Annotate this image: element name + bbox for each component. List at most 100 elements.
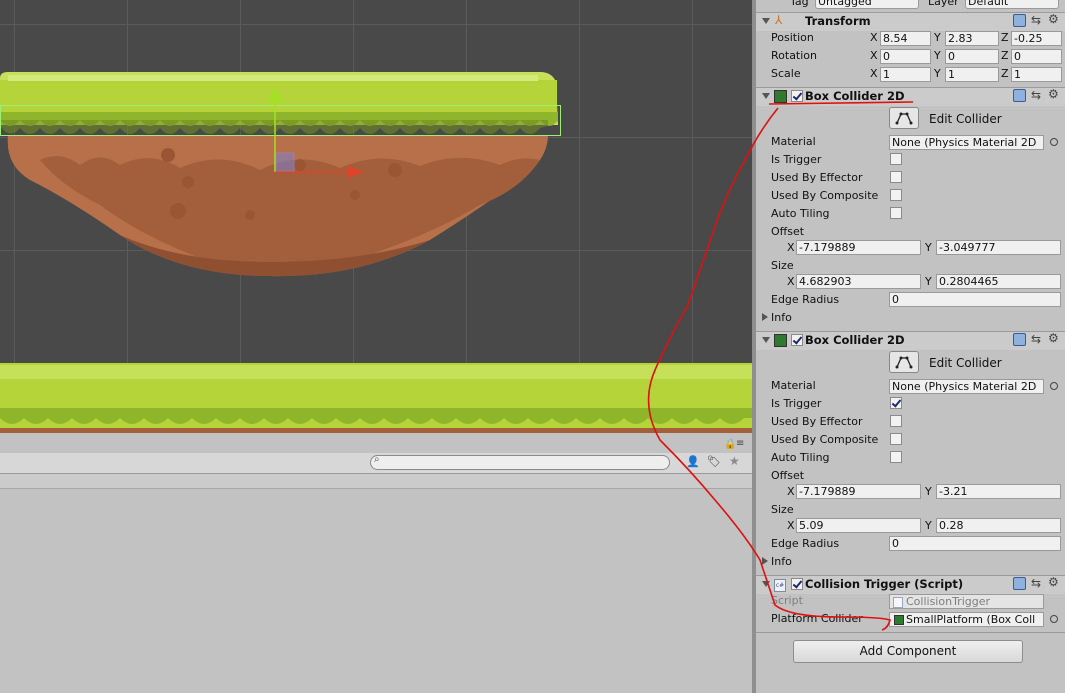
edit-collider-button[interactable] xyxy=(889,107,919,129)
size-label: Size xyxy=(771,259,794,272)
scale-x-field[interactable]: 1 xyxy=(880,67,931,82)
rotation-x-field[interactable]: 0 xyxy=(880,49,931,64)
collider-component-icon xyxy=(774,90,787,103)
scale-y-field[interactable]: 1 xyxy=(945,67,999,82)
rotation-y-field[interactable]: 0 xyxy=(945,49,999,64)
offset-y-field[interactable]: -3.21 xyxy=(936,484,1061,499)
material-field[interactable]: None (Physics Material 2D xyxy=(889,379,1044,394)
axis-x-label: X xyxy=(870,31,878,44)
info-foldout-icon[interactable] xyxy=(762,557,768,565)
info-foldout-icon[interactable] xyxy=(762,313,768,321)
separator xyxy=(756,632,1065,633)
scale-z-field[interactable]: 1 xyxy=(1011,67,1062,82)
tag-label: Tag xyxy=(790,0,809,8)
axis-y-label: Y xyxy=(934,31,941,44)
object-picker-icon[interactable] xyxy=(1050,138,1058,146)
edge-radius-label: Edge Radius xyxy=(771,537,840,550)
rotation-z-field[interactable]: 0 xyxy=(1011,49,1062,64)
object-picker-icon[interactable] xyxy=(1050,382,1058,390)
info-label[interactable]: Info xyxy=(771,311,792,324)
platform-collider-field[interactable]: SmallPlatform (Box Coll xyxy=(889,612,1044,627)
used-by-effector-checkbox[interactable] xyxy=(890,171,902,183)
help-icon[interactable] xyxy=(1013,333,1026,346)
size-y-field[interactable]: 0.28 xyxy=(936,518,1061,533)
used-by-effector-checkbox[interactable] xyxy=(890,415,902,427)
auto-tiling-checkbox[interactable] xyxy=(890,451,902,463)
help-icon[interactable] xyxy=(1013,89,1026,102)
size-x-field[interactable]: 4.682903 xyxy=(796,274,921,289)
script-field: CollisionTrigger xyxy=(889,594,1044,609)
collision-trigger-enabled-checkbox[interactable] xyxy=(791,578,803,590)
help-icon[interactable] xyxy=(1013,577,1026,590)
object-picker-icon[interactable] xyxy=(1050,615,1058,623)
material-label: Material xyxy=(771,135,816,148)
axis-y-label: Y xyxy=(925,485,932,498)
filter-by-label-icon[interactable]: 🏷 xyxy=(707,455,721,468)
edit-collider-button[interactable] xyxy=(889,351,919,373)
preset-icon[interactable]: ⇆ xyxy=(1031,88,1041,102)
auto-tiling-label: Auto Tiling xyxy=(771,207,830,220)
filter-by-type-icon[interactable]: 👤 xyxy=(686,455,700,468)
used-by-composite-label: Used By Composite xyxy=(771,433,879,446)
menu-icon[interactable]: ≡ xyxy=(736,438,744,449)
favorites-star-icon[interactable]: ★ xyxy=(729,454,740,468)
script-value: CollisionTrigger xyxy=(906,595,991,608)
script-icon: c# xyxy=(774,579,786,592)
layer-dropdown[interactable]: Default xyxy=(965,0,1059,9)
foldout-arrow-icon[interactable] xyxy=(762,18,770,24)
edge-radius-field[interactable]: 0 xyxy=(889,536,1061,551)
offset-label: Offset xyxy=(771,469,805,482)
edit-collider-label: Edit Collider xyxy=(929,356,1002,370)
collision-trigger-title: Collision Trigger (Script) xyxy=(805,577,964,591)
foldout-arrow-icon[interactable] xyxy=(762,581,770,587)
axis-y-label: Y xyxy=(925,241,932,254)
box-collider-1-title: Box Collider 2D xyxy=(805,89,905,103)
axis-x-label: X xyxy=(870,67,878,80)
offset-y-field[interactable]: -3.049777 xyxy=(936,240,1061,255)
foldout-arrow-icon[interactable] xyxy=(762,337,770,343)
project-breadcrumb-bar xyxy=(0,474,752,489)
gear-icon[interactable]: ⚙ xyxy=(1048,87,1059,101)
foldout-arrow-icon[interactable] xyxy=(762,93,770,99)
offset-x-field[interactable]: -7.179889 xyxy=(796,240,921,255)
preset-icon[interactable]: ⇆ xyxy=(1031,332,1041,346)
auto-tiling-label: Auto Tiling xyxy=(771,451,830,464)
is-trigger-checkbox[interactable] xyxy=(890,397,902,409)
axis-x-label: X xyxy=(870,49,878,62)
position-y-field[interactable]: 2.83 xyxy=(945,31,999,46)
preset-icon[interactable]: ⇆ xyxy=(1031,576,1041,590)
is-trigger-checkbox[interactable] xyxy=(890,153,902,165)
position-x-field[interactable]: 8.54 xyxy=(880,31,931,46)
edit-collider-icon xyxy=(895,112,913,125)
used-by-composite-label: Used By Composite xyxy=(771,189,879,202)
help-icon[interactable] xyxy=(1013,14,1026,27)
transform-title: Transform xyxy=(805,14,871,28)
search-input[interactable]: ⌕ xyxy=(370,454,670,470)
axis-x-label: X xyxy=(787,241,795,254)
info-label[interactable]: Info xyxy=(771,555,792,568)
platform-sprites xyxy=(0,72,752,433)
tag-dropdown[interactable]: Untagged xyxy=(815,0,919,9)
used-by-composite-checkbox[interactable] xyxy=(890,189,902,201)
gear-icon[interactable]: ⚙ xyxy=(1048,575,1059,589)
edit-collider-icon xyxy=(895,356,913,369)
add-component-button[interactable]: Add Component xyxy=(793,640,1023,663)
script-label: Script xyxy=(771,594,803,607)
box-collider-1-enabled-checkbox[interactable] xyxy=(791,90,803,102)
edge-radius-field[interactable]: 0 xyxy=(889,292,1061,307)
material-field[interactable]: None (Physics Material 2D xyxy=(889,135,1044,150)
preset-icon[interactable]: ⇆ xyxy=(1031,13,1041,27)
layer-label: Layer xyxy=(928,0,959,8)
auto-tiling-checkbox[interactable] xyxy=(890,207,902,219)
size-y-field[interactable]: 0.2804465 xyxy=(936,274,1061,289)
lock-icon[interactable]: 🔒 xyxy=(724,439,736,450)
box-collider-2-enabled-checkbox[interactable] xyxy=(791,334,803,346)
size-x-field[interactable]: 5.09 xyxy=(796,518,921,533)
used-by-composite-checkbox[interactable] xyxy=(890,433,902,445)
axis-x-label: X xyxy=(787,485,795,498)
gear-icon[interactable]: ⚙ xyxy=(1048,331,1059,345)
scene-view[interactable] xyxy=(0,0,752,433)
offset-x-field[interactable]: -7.179889 xyxy=(796,484,921,499)
gear-icon[interactable]: ⚙ xyxy=(1048,12,1059,26)
position-z-field[interactable]: -0.25 xyxy=(1011,31,1062,46)
